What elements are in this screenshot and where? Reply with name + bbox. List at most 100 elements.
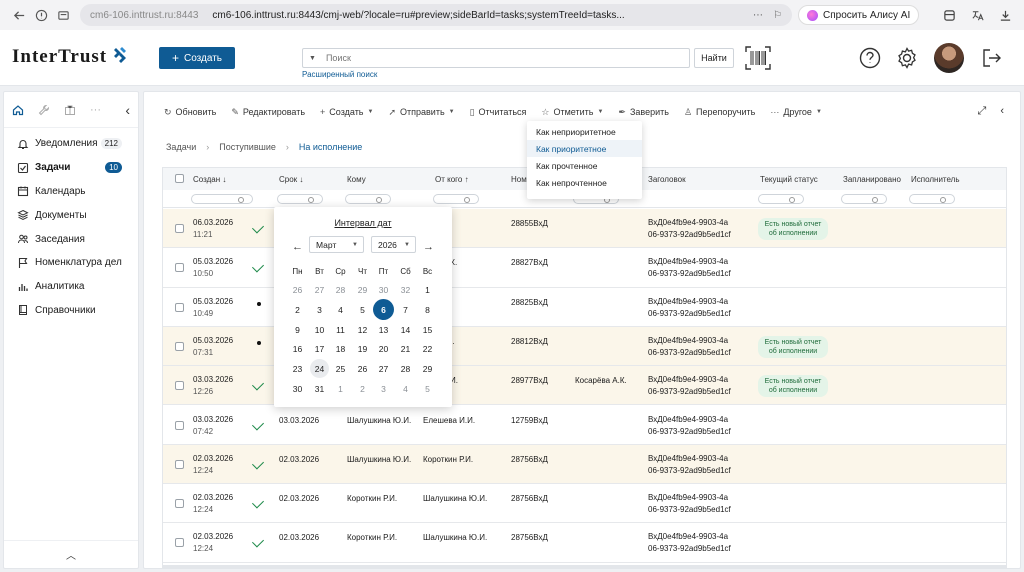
certify-button[interactable]: ✒ Заверить — [618, 107, 669, 118]
table-row[interactable]: 02.03.2026 12:24 02.03.2026 Короткин Р.И. Ша… — [163, 523, 1006, 563]
cell-title[interactable]: ВхД0e4fb9e4-9903-4a 06-9373-92ad9b5ed1cf — [648, 257, 731, 278]
calendar-day[interactable]: 14 — [395, 320, 416, 340]
calendar-day[interactable]: 27 — [309, 280, 330, 300]
sidebar-scroll-up[interactable]: ︿ — [4, 540, 138, 568]
briefcase-icon[interactable] — [64, 104, 76, 116]
menu-item-read[interactable]: Как прочтенное — [527, 157, 642, 174]
column-executor[interactable]: Исполнитель — [911, 175, 960, 184]
sidebar-item-calendar[interactable]: Календарь — [4, 180, 138, 204]
bookmarks-icon[interactable] — [52, 4, 74, 26]
sidebar-item-analytics[interactable]: Аналитика — [4, 275, 138, 299]
calendar-day[interactable]: 25 — [330, 359, 351, 379]
calendar-day[interactable]: 15 — [417, 320, 438, 340]
more-icon[interactable]: ··· — [90, 104, 101, 116]
report-button[interactable]: ▯ Отчитаться — [470, 107, 527, 118]
cell-title[interactable]: ВхД0e4fb9e4-9903-4a 06-9373-92ad9b5ed1cf — [648, 375, 731, 396]
wrench-icon[interactable] — [38, 104, 50, 116]
calendar-day-selected[interactable]: 6 — [373, 298, 394, 320]
column-from[interactable]: От кого ↑ — [435, 175, 469, 184]
calendar-day[interactable]: 31 — [309, 379, 330, 399]
mark-button[interactable]: ☆ Отметить ▼ — [541, 107, 603, 118]
search-input[interactable] — [325, 53, 666, 63]
collapse-panel-icon[interactable]: ‹ — [1000, 105, 1004, 118]
expand-icon[interactable]: ⤢ — [978, 105, 987, 118]
calendar-day[interactable]: 20 — [373, 339, 394, 359]
cell-title[interactable]: ВхД0e4fb9e4-9903-4a 06-9373-92ad9b5ed1cf — [648, 297, 731, 318]
reassign-button[interactable]: ♙ Перепоручить — [684, 107, 755, 118]
extensions-icon[interactable] — [938, 4, 960, 26]
barcode-scan-icon[interactable] — [745, 46, 771, 70]
collapse-sidebar-icon[interactable]: ‹ — [125, 102, 130, 118]
row-checkbox[interactable] — [175, 381, 184, 391]
home-icon[interactable] — [12, 104, 24, 116]
create-button[interactable]: + Создать — [159, 47, 235, 69]
advanced-search-link[interactable]: Расширенный поиск — [302, 70, 377, 79]
sidebar-item-notifications[interactable]: Уведомления 212 — [4, 132, 138, 156]
calendar-day[interactable]: 8 — [417, 300, 438, 320]
calendar-day[interactable]: 4 — [395, 379, 416, 399]
calendar-day[interactable]: 2 — [352, 379, 373, 399]
row-checkbox[interactable] — [175, 224, 184, 233]
cell-title[interactable]: ВхД0e4fb9e4-9903-4a 06-9373-92ad9b5ed1cf — [648, 218, 731, 239]
table-row[interactable]: 02.03.2026 12:24 02.03.2026 Короткин Р.И. Ша… — [163, 484, 1006, 524]
menu-item-priority[interactable]: Как приоритетное — [527, 140, 642, 157]
other-button[interactable]: ··· Другое ▼ — [770, 107, 822, 117]
calendar-day[interactable]: 9 — [287, 320, 308, 340]
filter-created[interactable] — [191, 194, 253, 204]
calendar-day[interactable]: 21 — [395, 339, 416, 359]
calendar-day[interactable]: 30 — [373, 280, 394, 300]
filter-to[interactable] — [345, 194, 391, 204]
calendar-day[interactable]: 23 — [287, 359, 308, 379]
column-to[interactable]: Кому — [347, 175, 366, 184]
calendar-day[interactable]: 5 — [352, 300, 373, 320]
column-deadline[interactable]: Срок ↓ — [279, 175, 303, 184]
calendar-day[interactable]: 32 — [395, 280, 416, 300]
sidebar-item-references[interactable]: Справочники — [4, 299, 138, 323]
calendar-day[interactable]: 11 — [330, 320, 351, 340]
filter-status[interactable] — [758, 194, 804, 204]
calendar-day[interactable]: 1 — [330, 379, 351, 399]
cell-title[interactable]: ВхД0e4fb9e4-9903-4a 06-9373-92ad9b5ed1cf — [648, 532, 731, 553]
calendar-day[interactable]: 1 — [417, 280, 438, 300]
row-checkbox[interactable] — [175, 263, 184, 273]
horizontal-scrollbar[interactable] — [162, 565, 1007, 568]
refresh-button[interactable]: ↻ Обновить — [164, 107, 216, 118]
calendar-day[interactable]: 19 — [352, 339, 373, 359]
filter-planned[interactable] — [841, 194, 887, 204]
breadcrumb-item-incoming[interactable]: Поступившие — [219, 142, 276, 152]
row-checkbox[interactable] — [175, 538, 184, 548]
search-box[interactable]: ▼ — [302, 48, 690, 68]
back-arrow-icon[interactable] — [8, 4, 30, 26]
logout-icon[interactable] — [980, 46, 1004, 70]
sidebar-item-tasks[interactable]: Задачи 10 — [4, 156, 138, 180]
table-row[interactable]: 02.03.2026 12:24 02.03.2026 Шалушкина Ю.И. К… — [163, 444, 1006, 485]
calendar-day[interactable]: 5 — [417, 379, 438, 399]
column-planned[interactable]: Запланировано — [843, 175, 901, 184]
row-checkbox[interactable] — [175, 420, 184, 430]
calendar-day[interactable]: 3 — [373, 379, 394, 399]
cell-title[interactable]: ВхД0e4fb9e4-9903-4a 06-9373-92ad9b5ed1cf — [648, 336, 731, 357]
avatar[interactable] — [934, 43, 964, 73]
translate-icon[interactable] — [966, 4, 988, 26]
calendar-day[interactable]: 27 — [373, 359, 394, 379]
calendar-day[interactable]: 22 — [417, 339, 438, 359]
calendar-day[interactable]: 2 — [287, 300, 308, 320]
help-icon[interactable] — [858, 46, 882, 70]
select-all-checkbox[interactable] — [175, 174, 184, 183]
row-checkbox[interactable] — [175, 302, 184, 312]
site-info-icon[interactable] — [30, 4, 52, 26]
row-checkbox[interactable] — [175, 341, 184, 351]
calendar-day[interactable]: 13 — [373, 320, 394, 340]
column-status[interactable]: Текущий статус — [760, 175, 818, 184]
calendar-day[interactable]: 10 — [309, 320, 330, 340]
calendar-day[interactable]: 4 — [330, 300, 351, 320]
search-scope-caret-icon[interactable]: ▼ — [309, 55, 316, 62]
calendar-day[interactable]: 30 — [287, 379, 308, 399]
calendar-day[interactable]: 29 — [352, 280, 373, 300]
alice-button[interactable]: Спросить Алису AI — [798, 5, 920, 25]
more-dots-icon[interactable]: ⋯ — [753, 10, 763, 21]
filter-from[interactable] — [433, 194, 479, 204]
filter-executor[interactable] — [909, 194, 955, 204]
calendar-day[interactable]: 12 — [352, 320, 373, 340]
sidebar-item-meetings[interactable]: Заседания — [4, 227, 138, 251]
